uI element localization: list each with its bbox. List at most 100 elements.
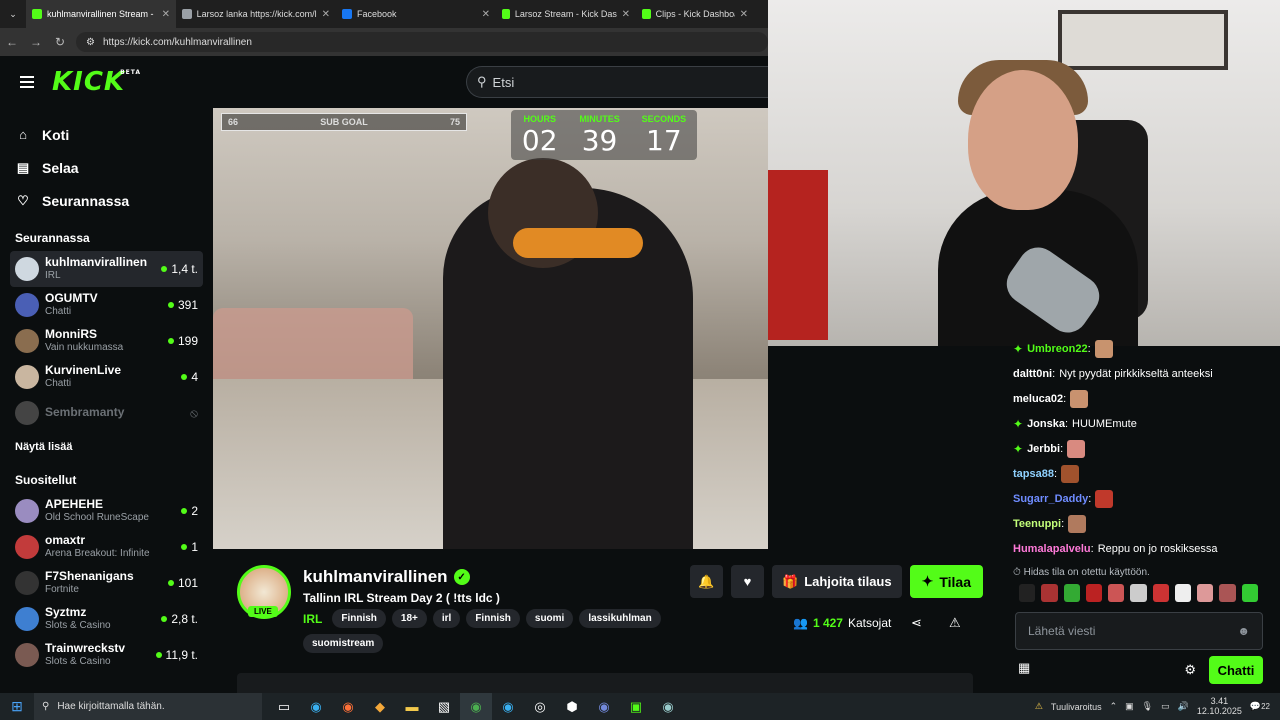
microphone-icon[interactable]: 🎙 bbox=[1142, 701, 1153, 712]
unity-icon[interactable]: ⬢ bbox=[556, 693, 588, 720]
emote-picker-item[interactable] bbox=[1174, 584, 1192, 602]
emote-picker-item[interactable] bbox=[1152, 584, 1169, 602]
gear-icon[interactable]: ⚙ bbox=[1184, 662, 1196, 678]
sidebar-nav-selaa[interactable]: ▤ Selaa bbox=[0, 151, 213, 184]
chat-username[interactable]: Humalapalvelu bbox=[1013, 543, 1091, 555]
show-more-link[interactable]: Näytä lisää bbox=[0, 441, 213, 453]
stream-tag[interactable]: suomi bbox=[525, 609, 574, 628]
weather-label[interactable]: Tuulivaroitus bbox=[1051, 702, 1102, 712]
chrome-icon[interactable]: ◉ bbox=[460, 693, 492, 720]
kick-logo[interactable]: KICK BETA bbox=[52, 67, 140, 97]
emoji-icon[interactable]: ☻ bbox=[1237, 624, 1250, 638]
chat-username[interactable]: Sugarr_Daddy bbox=[1013, 493, 1088, 505]
browser-tab[interactable]: Larsoz lanka https://kick.com/la ✕ bbox=[176, 0, 336, 28]
channel-item[interactable]: KurvinenLive Chatti 4 bbox=[10, 359, 203, 395]
kick-header: KICK BETA ⚲ Etsi bbox=[0, 56, 768, 108]
channel-item[interactable]: Sembramanty ⦸ bbox=[10, 395, 203, 431]
streamer-name[interactable]: kuhlmanvirallinen bbox=[303, 567, 448, 587]
follow-button[interactable]: ♥ bbox=[731, 565, 764, 598]
emote-row bbox=[997, 584, 1280, 602]
channel-item[interactable]: MonniRS Vain nukkumassa 199 bbox=[10, 323, 203, 359]
subscribe-button[interactable]: ✦ Tilaa bbox=[909, 565, 983, 598]
shield-app-icon[interactable]: ◆ bbox=[364, 693, 396, 720]
stream-tag[interactable]: Finnish bbox=[332, 609, 386, 628]
channel-item[interactable]: omaxtr Arena Breakout: Infinite 1 bbox=[10, 529, 203, 565]
obs-icon[interactable]: ◎ bbox=[524, 693, 556, 720]
stream-tag[interactable]: Finnish bbox=[466, 609, 520, 628]
emote-picker-item[interactable] bbox=[1085, 584, 1103, 602]
chat-username[interactable]: Teenuppi bbox=[1013, 518, 1061, 530]
browser-tab[interactable]: Larsoz Stream - Kick Dashboard ✕ bbox=[496, 0, 636, 28]
taskbar-search[interactable]: ⚲ Hae kirjoittamalla tähän. bbox=[34, 693, 262, 720]
chat-username[interactable]: Jonska bbox=[1027, 418, 1065, 430]
browser-icon[interactable]: ◉ bbox=[492, 693, 524, 720]
tray-app-icon[interactable]: ▣ bbox=[1125, 701, 1134, 712]
chat-username[interactable]: Umbreon22 bbox=[1027, 343, 1088, 355]
channel-item[interactable]: APEHEHE Old School RuneScape 2 bbox=[10, 493, 203, 529]
sidebar-nav-seurannassa[interactable]: ♡ Seurannassa bbox=[0, 184, 213, 217]
video-player[interactable]: 66 SUB GOAL 75 HOURS 02 MINUTES 39 SECONDS 17 bbox=[213, 108, 768, 549]
share-icon[interactable]: ⋖ bbox=[911, 615, 922, 631]
task-view-icon[interactable]: ▭ bbox=[268, 693, 300, 720]
volume-icon[interactable]: 🔊 bbox=[1178, 701, 1189, 712]
clock[interactable]: 3.41 12.10.2025 bbox=[1197, 696, 1242, 717]
close-icon[interactable]: ✕ bbox=[322, 9, 330, 20]
channel-item[interactable]: Trainwreckstv Slots & Casino 11,9 t. bbox=[10, 637, 203, 673]
gift-sub-button[interactable]: 🎁 Lahjoita tilaus bbox=[772, 565, 902, 598]
discord-icon[interactable]: ◉ bbox=[588, 693, 620, 720]
network-icon[interactable]: ▭ bbox=[1161, 701, 1170, 712]
forward-icon[interactable]: → bbox=[24, 35, 48, 49]
chat-username[interactable]: meluca02 bbox=[1013, 393, 1063, 405]
emote-picker-item[interactable] bbox=[1041, 584, 1058, 602]
chat-send-button[interactable]: Chatti bbox=[1209, 656, 1263, 684]
category-link[interactable]: IRL bbox=[303, 612, 322, 626]
windows-start-icon[interactable]: ⊞ bbox=[0, 698, 34, 715]
channel-item[interactable]: kuhlmanvirallinen IRL 1,4 t. bbox=[10, 251, 203, 287]
channel-item[interactable]: F7Shenanigans Fortnite 101 bbox=[10, 565, 203, 601]
channel-item[interactable]: Syztmz Slots & Casino 2,8 t. bbox=[10, 601, 203, 637]
notification-button[interactable]: 🔔 bbox=[690, 565, 723, 598]
edge-icon[interactable]: ◉ bbox=[300, 693, 332, 720]
stream-tag[interactable]: suomistream bbox=[303, 634, 384, 653]
store-icon[interactable]: ▦ bbox=[1018, 660, 1030, 676]
notifications-icon[interactable]: 💬22 bbox=[1250, 701, 1270, 712]
sidebar-nav-koti[interactable]: ⌂ Koti bbox=[0, 118, 213, 151]
steam-icon[interactable]: ◉ bbox=[652, 693, 684, 720]
emote-picker-item[interactable] bbox=[1130, 584, 1147, 602]
close-icon[interactable]: ✕ bbox=[482, 9, 490, 20]
emote-picker-item[interactable] bbox=[1108, 584, 1125, 602]
emote-picker-item[interactable] bbox=[1063, 584, 1080, 602]
stream-tag[interactable]: irl bbox=[432, 609, 461, 628]
browser-tab[interactable]: kuhlmanvirallinen Stream - ✕ bbox=[26, 0, 176, 28]
tab-list-button[interactable]: ⌄ bbox=[0, 0, 26, 28]
close-icon[interactable]: ✕ bbox=[740, 9, 748, 20]
firefox-icon[interactable]: ◉ bbox=[332, 693, 364, 720]
channel-viewers: 1,4 t. bbox=[161, 262, 198, 276]
reload-icon[interactable]: ↻ bbox=[48, 35, 72, 49]
menu-icon[interactable] bbox=[20, 76, 34, 88]
browser-tab[interactable]: Facebook ✕ bbox=[336, 0, 496, 28]
browser-tab[interactable]: Clips - Kick Dashboard ✕ bbox=[636, 0, 754, 28]
emote-picker-item[interactable] bbox=[1019, 584, 1036, 602]
back-icon[interactable]: ← bbox=[0, 35, 24, 49]
chat-username[interactable]: tapsa88 bbox=[1013, 468, 1054, 480]
site-info-icon[interactable]: ⚙ bbox=[86, 37, 95, 48]
kick-app-icon[interactable]: ▣ bbox=[620, 693, 652, 720]
emote-picker-item[interactable] bbox=[1241, 584, 1258, 602]
channel-item[interactable]: OGUMTV Chatti 391 bbox=[10, 287, 203, 323]
close-icon[interactable]: ✕ bbox=[622, 9, 630, 20]
close-icon[interactable]: ✕ bbox=[162, 9, 170, 20]
stream-tag[interactable]: lassikuhlman bbox=[579, 609, 661, 628]
stream-tag[interactable]: 18+ bbox=[391, 609, 427, 628]
report-icon[interactable]: ⚠ bbox=[949, 615, 961, 631]
search-input[interactable]: ⚲ Etsi bbox=[466, 66, 768, 98]
chat-username[interactable]: daltt0ni bbox=[1013, 368, 1052, 380]
url-input[interactable]: ⚙ https://kick.com/kuhlmanvirallinen bbox=[76, 32, 768, 52]
chevron-up-icon[interactable]: ⌃ bbox=[1110, 701, 1118, 712]
chat-input[interactable]: Lähetä viesti ☻ bbox=[1015, 612, 1263, 650]
emote-picker-item[interactable] bbox=[1219, 584, 1236, 602]
emote-picker-item[interactable] bbox=[1197, 584, 1214, 602]
folder-icon[interactable]: ▬ bbox=[396, 693, 428, 720]
chat-username[interactable]: Jerbbi bbox=[1027, 443, 1060, 455]
app-icon[interactable]: ▧ bbox=[428, 693, 460, 720]
